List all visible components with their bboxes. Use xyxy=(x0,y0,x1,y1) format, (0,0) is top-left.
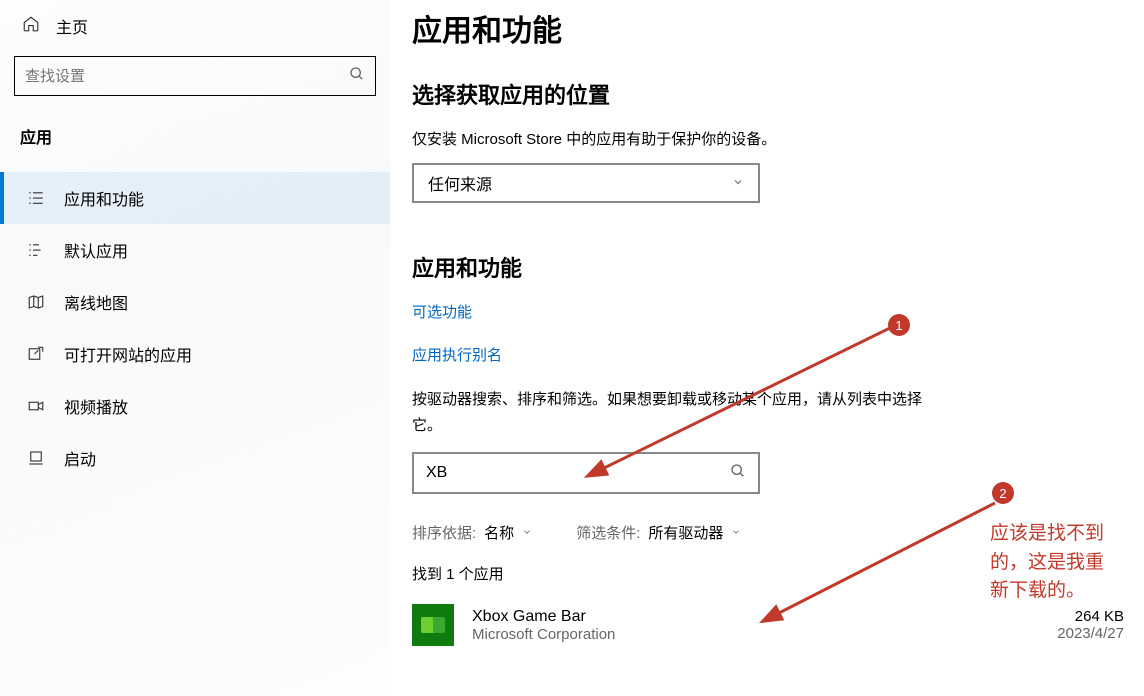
chevron-down-icon xyxy=(731,526,741,540)
map-icon xyxy=(26,292,46,312)
app-name: Xbox Game Bar xyxy=(472,608,1039,626)
default-apps-icon xyxy=(26,240,46,260)
nav-label: 可打开网站的应用 xyxy=(64,342,192,366)
sort-label: 排序依据: xyxy=(412,522,476,543)
found-count: 找到 1 个应用 xyxy=(412,563,1124,584)
annotation-marker-2: 2 xyxy=(992,482,1014,504)
apps-section-title: 应用和功能 xyxy=(412,251,1124,283)
settings-search[interactable] xyxy=(14,56,376,96)
app-list-item[interactable]: Xbox Game Bar Microsoft Corporation 264 … xyxy=(412,604,1124,646)
chevron-down-icon xyxy=(732,176,744,191)
optional-features-link[interactable]: 可选功能 xyxy=(412,301,472,322)
home-nav[interactable]: 主页 xyxy=(0,8,390,56)
app-source-select[interactable]: 任何来源 xyxy=(412,163,760,203)
app-right-meta: 264 KB 2023/4/27 xyxy=(1057,608,1124,642)
app-alias-link[interactable]: 应用执行别名 xyxy=(412,344,502,365)
xbox-gamebar-icon xyxy=(412,604,454,646)
home-icon xyxy=(22,15,40,38)
filter-label: 筛选条件: xyxy=(576,522,640,543)
nav-apps-features[interactable]: 应用和功能 xyxy=(0,172,390,224)
app-source-value: 任何来源 xyxy=(428,171,492,195)
page-title: 应用和功能 xyxy=(412,6,1124,50)
startup-icon xyxy=(26,448,46,468)
filter-by-control[interactable]: 筛选条件: 所有驱动器 xyxy=(576,522,741,543)
nav-apps-for-websites[interactable]: 可打开网站的应用 xyxy=(0,328,390,380)
nav-label: 应用和功能 xyxy=(64,186,144,210)
source-section-title: 选择获取应用的位置 xyxy=(412,78,1124,110)
settings-sidebar: 主页 应用 应用和功能 默认应用 离线地图 xyxy=(0,0,390,696)
nav-label: 启动 xyxy=(64,446,96,470)
nav-label: 视频播放 xyxy=(64,394,128,418)
nav-default-apps[interactable]: 默认应用 xyxy=(0,224,390,276)
settings-search-input[interactable] xyxy=(25,68,349,85)
sort-by-control[interactable]: 排序依据: 名称 xyxy=(412,522,532,543)
filter-value: 所有驱动器 xyxy=(648,522,723,543)
nav-label: 离线地图 xyxy=(64,290,128,314)
nav-video-playback[interactable]: 视频播放 xyxy=(0,380,390,432)
search-icon xyxy=(349,66,365,87)
app-search-box[interactable] xyxy=(412,452,760,494)
sidebar-section-title: 应用 xyxy=(0,118,390,172)
sort-value: 名称 xyxy=(484,522,514,543)
sort-filter-row: 排序依据: 名称 筛选条件: 所有驱动器 xyxy=(412,522,1124,543)
app-search-input[interactable] xyxy=(426,464,730,482)
app-meta: Xbox Game Bar Microsoft Corporation xyxy=(472,608,1039,643)
search-icon xyxy=(730,463,746,484)
apps-list-icon xyxy=(26,188,46,208)
nav-offline-maps[interactable]: 离线地图 xyxy=(0,276,390,328)
app-size: 264 KB xyxy=(1057,608,1124,625)
search-instructions: 按驱动器搜索、排序和筛选。如果想要卸载或移动某个应用，请从列表中选择它。 xyxy=(412,387,932,438)
main-content: 应用和功能 选择获取应用的位置 仅安装 Microsoft Store 中的应用… xyxy=(390,0,1144,696)
app-date: 2023/4/27 xyxy=(1057,625,1124,642)
nav-startup[interactable]: 启动 xyxy=(0,432,390,484)
annotation-marker-1: 1 xyxy=(888,314,910,336)
home-label: 主页 xyxy=(56,14,88,38)
nav-label: 默认应用 xyxy=(64,238,128,262)
video-icon xyxy=(26,396,46,416)
chevron-down-icon xyxy=(522,526,532,540)
app-publisher: Microsoft Corporation xyxy=(472,626,1039,643)
open-with-icon xyxy=(26,344,46,364)
source-description: 仅安装 Microsoft Store 中的应用有助于保护你的设备。 xyxy=(412,128,1124,149)
